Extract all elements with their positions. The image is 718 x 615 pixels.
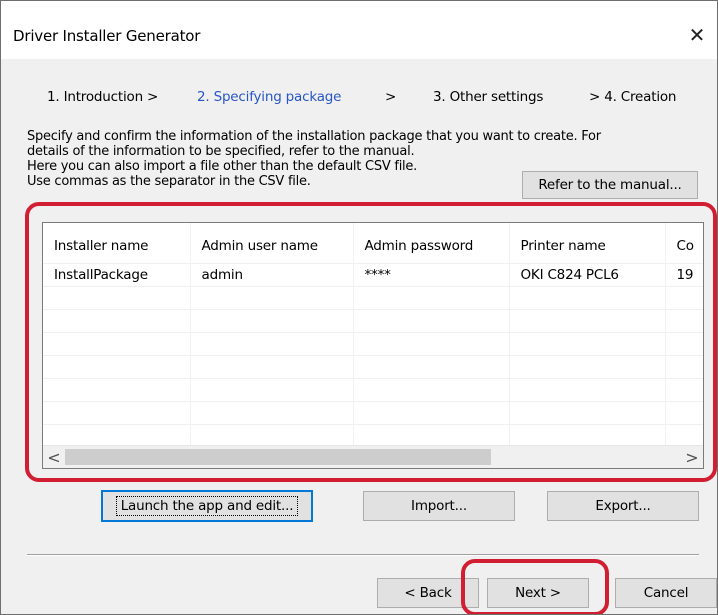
step-other-settings: 3. Other settings [433, 89, 544, 105]
table-cell[interactable] [43, 378, 191, 402]
table-cell[interactable] [353, 286, 510, 310]
back-button[interactable]: < Back [377, 578, 479, 608]
table-row[interactable]: InstallPackage admin **** OKI C824 PCL6 … [43, 263, 703, 287]
table-cell[interactable]: OKI C824 PCL6 [509, 263, 666, 287]
table-row[interactable] [43, 309, 703, 333]
table-cell[interactable] [43, 286, 191, 310]
table-cell[interactable] [665, 286, 703, 310]
column-header-admin-user-name[interactable]: Admin user name [190, 223, 354, 264]
table-cell[interactable] [509, 309, 666, 333]
table-cell[interactable] [43, 309, 191, 333]
table-cell[interactable] [509, 332, 666, 356]
table-cell[interactable] [43, 355, 191, 379]
table-cell[interactable] [665, 309, 703, 333]
step-introduction: 1. Introduction > [47, 89, 159, 105]
step-specifying-package: 2. Specifying package [197, 89, 342, 105]
cancel-button[interactable]: Cancel [615, 578, 717, 608]
instructions-line: details of the information to be specifi… [27, 144, 415, 159]
table-cell[interactable] [190, 401, 354, 425]
table-cell[interactable]: InstallPackage [43, 263, 191, 287]
table-cell[interactable] [353, 309, 510, 333]
step-separator: > [385, 89, 397, 105]
table-cell[interactable]: admin [190, 263, 354, 287]
wizard-steps: 1. Introduction > 2. Specifying package … [1, 89, 717, 109]
table-cell[interactable] [509, 355, 666, 379]
window-title: Driver Installer Generator [13, 27, 201, 45]
instructions-line: Specify and confirm the information of t… [27, 129, 601, 144]
step-creation: > 4. Creation [589, 89, 677, 105]
table-cell[interactable] [43, 401, 191, 425]
table-cell[interactable]: **** [353, 263, 510, 287]
next-button[interactable]: Next > [487, 578, 589, 608]
table-cell[interactable] [509, 286, 666, 310]
column-header-printer-name[interactable]: Printer name [509, 223, 666, 264]
table-cell[interactable] [43, 332, 191, 356]
footer-divider [27, 554, 699, 556]
table-row[interactable] [43, 355, 703, 379]
table-cell[interactable] [665, 332, 703, 356]
table-cell[interactable] [353, 401, 510, 425]
table-cell[interactable] [190, 309, 354, 333]
scroll-left-arrow-icon[interactable]: < [43, 446, 65, 468]
table-row[interactable] [43, 332, 703, 356]
column-header-admin-password[interactable]: Admin password [353, 223, 510, 264]
column-header-truncated[interactable]: Co [665, 223, 703, 264]
table-cell[interactable] [190, 286, 354, 310]
table-cell[interactable] [665, 355, 703, 379]
table-header-row: Installer name Admin user name Admin pas… [43, 223, 703, 264]
table-cell[interactable]: 19 [665, 263, 703, 287]
table-cell[interactable] [190, 332, 354, 356]
table-row[interactable] [43, 401, 703, 425]
refer-to-manual-button[interactable]: Refer to the manual... [522, 171, 698, 199]
table-cell[interactable] [190, 355, 354, 379]
table-cell[interactable] [509, 401, 666, 425]
import-button[interactable]: Import... [363, 491, 515, 521]
table-row[interactable] [43, 378, 703, 402]
table-cell[interactable] [509, 378, 666, 402]
table-cell[interactable] [665, 401, 703, 425]
launch-app-edit-label: Launch the app and edit... [115, 496, 299, 516]
table-cell[interactable] [353, 378, 510, 402]
table-cell[interactable] [665, 378, 703, 402]
table-cell[interactable] [353, 355, 510, 379]
scrollbar-thumb[interactable] [65, 449, 491, 465]
export-button[interactable]: Export... [547, 491, 699, 521]
package-table[interactable]: Installer name Admin user name Admin pas… [42, 222, 704, 469]
package-grid: Installer name Admin user name Admin pas… [43, 223, 703, 468]
title-bar: Driver Installer Generator ✕ [1, 1, 717, 59]
column-header-installer-name[interactable]: Installer name [43, 223, 191, 264]
launch-app-edit-button[interactable]: Launch the app and edit... [101, 490, 313, 522]
scroll-right-arrow-icon[interactable]: > [681, 446, 703, 468]
close-icon[interactable]: ✕ [677, 17, 717, 53]
installer-window: Driver Installer Generator ✕ 1. Introduc… [0, 0, 718, 615]
table-cell[interactable] [190, 378, 354, 402]
table-row[interactable] [43, 286, 703, 310]
horizontal-scrollbar[interactable]: < > [43, 445, 703, 468]
table-cell[interactable] [353, 332, 510, 356]
